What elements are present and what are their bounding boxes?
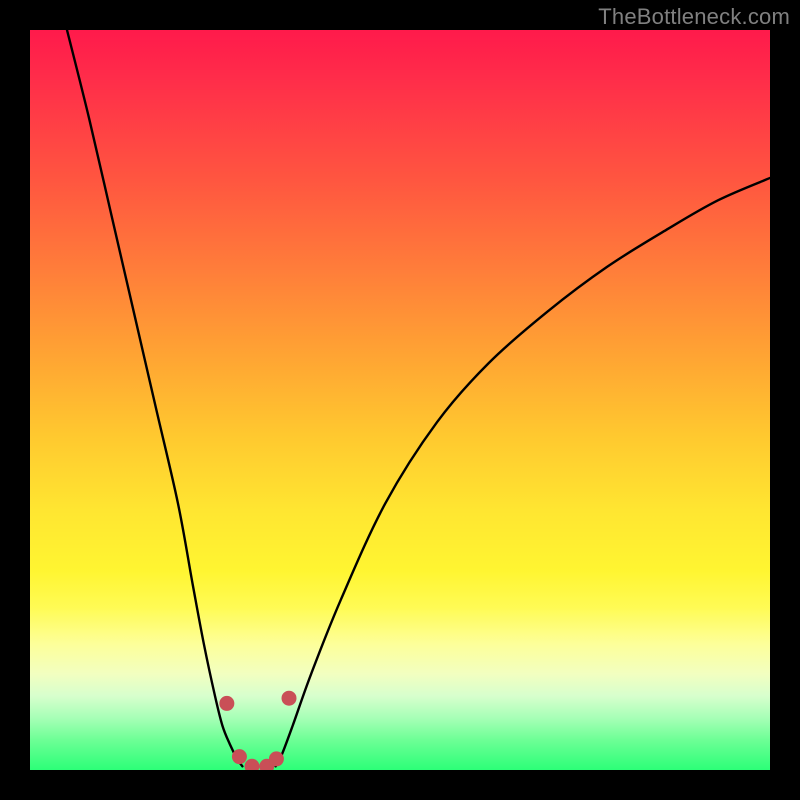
dot-mid-left — [245, 759, 260, 770]
right-branch-curve — [276, 178, 770, 766]
plot-area — [30, 30, 770, 770]
marker-dots — [219, 691, 296, 770]
chart-frame: TheBottleneck.com — [0, 0, 800, 800]
dot-left-upper — [219, 696, 234, 711]
dot-right-lower — [269, 751, 284, 766]
dot-left-lower — [232, 749, 247, 764]
curve-layer — [30, 30, 770, 770]
dot-right-upper — [282, 691, 297, 706]
watermark-text: TheBottleneck.com — [598, 4, 790, 30]
left-branch-curve — [67, 30, 242, 766]
